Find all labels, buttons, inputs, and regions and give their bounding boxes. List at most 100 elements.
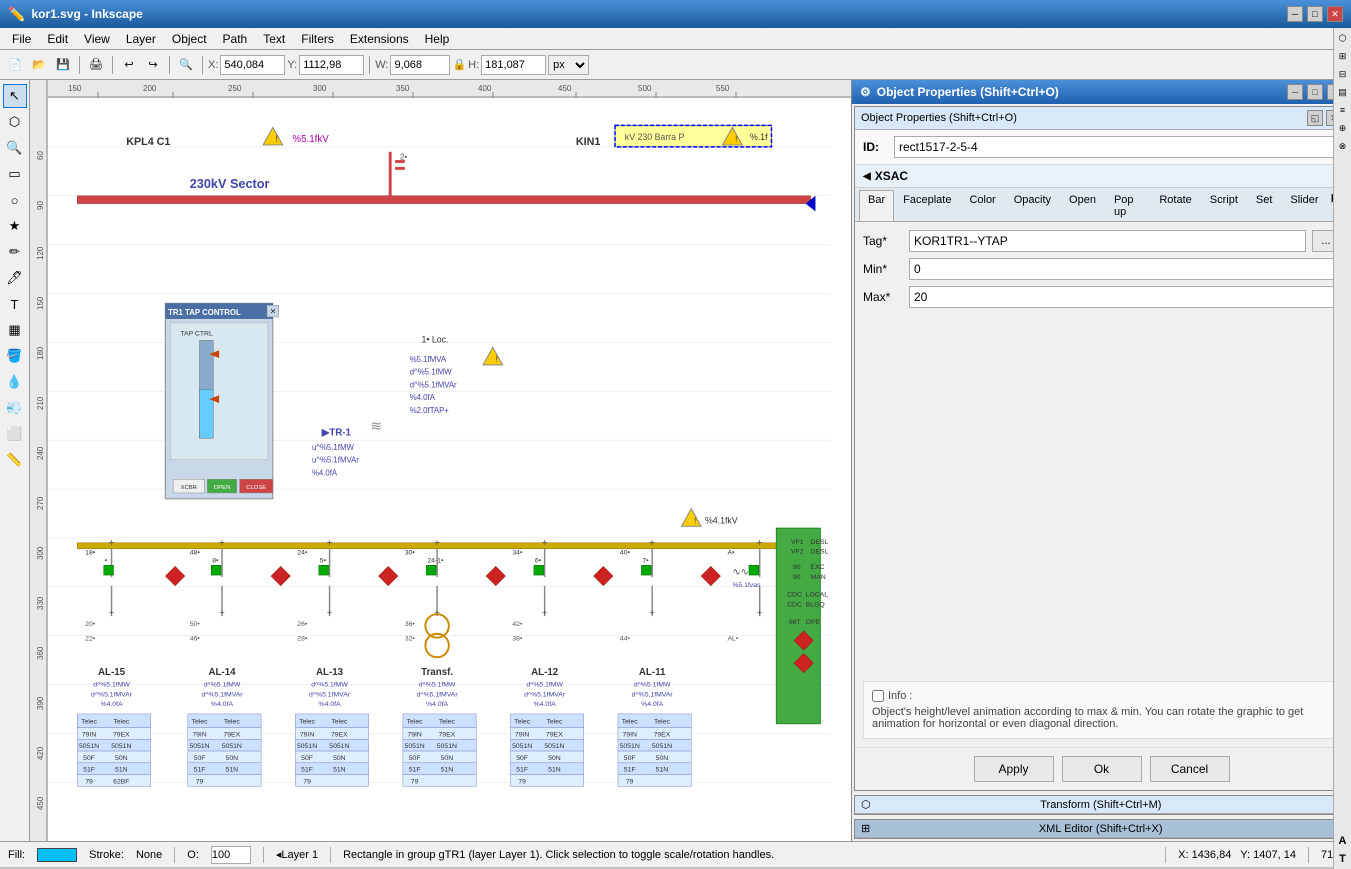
svg-text:50F: 50F [409, 755, 421, 762]
menu-view[interactable]: View [76, 30, 118, 48]
h-input[interactable] [481, 55, 546, 75]
svg-text:LOCAL: LOCAL [806, 592, 829, 599]
info-checkbox[interactable] [872, 690, 884, 702]
tab-faceplate[interactable]: Faceplate [894, 190, 960, 221]
menu-filters[interactable]: Filters [293, 30, 342, 48]
svg-text:90: 90 [36, 201, 45, 210]
unit-select[interactable]: px mm cm [548, 55, 589, 75]
tab-script[interactable]: Script [1201, 190, 1247, 221]
tab-bar[interactable]: Bar [859, 190, 894, 221]
transform-panel-title[interactable]: ⬡ Transform (Shift+Ctrl+M) ▲ [855, 796, 1348, 814]
rt-btn-5[interactable]: ≡ [1335, 102, 1351, 118]
svg-text:AL-13: AL-13 [316, 667, 344, 678]
tab-open[interactable]: Open [1060, 190, 1105, 221]
gradient-tool[interactable]: ▦ [3, 318, 27, 342]
menu-help[interactable]: Help [417, 30, 458, 48]
svg-text:79EX: 79EX [113, 731, 130, 738]
minimize-btn[interactable]: ─ [1287, 6, 1303, 22]
fill-tool[interactable]: 🪣 [3, 344, 27, 368]
circle-tool[interactable]: ○ [3, 188, 27, 212]
tab-rotate[interactable]: Rotate [1150, 190, 1200, 221]
svg-text:51N: 51N [115, 767, 128, 774]
ok-button[interactable]: Ok [1062, 756, 1142, 782]
svg-text:+: + [757, 608, 763, 619]
opacity-input[interactable] [211, 846, 251, 864]
tag-input[interactable] [909, 230, 1306, 252]
open-btn[interactable]: 📂 [28, 54, 50, 76]
text-tool[interactable]: T [3, 292, 27, 316]
pencil-tool[interactable]: ✏ [3, 240, 27, 264]
svg-text:44•: 44• [620, 636, 631, 643]
rt-btn-7[interactable]: ⊗ [1335, 138, 1351, 154]
svg-text:Telec: Telec [192, 719, 209, 726]
select-tool[interactable]: ↖ [3, 84, 27, 108]
menu-file[interactable]: File [4, 30, 39, 48]
rt-btn-6[interactable]: ⊕ [1335, 120, 1351, 136]
diagram-canvas[interactable]: KPL4 C1 ! %5.1fkV KIN1 kV 230 Barra P ! … [48, 98, 851, 841]
tab-set[interactable]: Set [1247, 190, 1282, 221]
xml-editor-panel-title[interactable]: ⊞ XML Editor (Shift+Ctrl+X) ▼ [855, 820, 1348, 838]
rt-btn-2[interactable]: ⊞ [1335, 48, 1351, 64]
star-tool[interactable]: ★ [3, 214, 27, 238]
menu-object[interactable]: Object [164, 30, 215, 48]
svg-text:Telec: Telec [113, 719, 130, 726]
maximize-btn[interactable]: □ [1307, 6, 1323, 22]
zoom-in-btn[interactable]: 🔍 [175, 54, 197, 76]
eyedrop-tool[interactable]: 💧 [3, 370, 27, 394]
svg-text:≋: ≋ [371, 418, 382, 433]
y-input[interactable] [299, 55, 364, 75]
tab-slider[interactable]: Slider [1281, 190, 1327, 221]
zoom-tool[interactable]: 🔍 [3, 136, 27, 160]
lock-icon[interactable]: 🔒 [452, 58, 466, 71]
save-btn[interactable]: 💾 [52, 54, 74, 76]
menu-layer[interactable]: Layer [118, 30, 164, 48]
svg-text:390: 390 [36, 696, 45, 710]
minimize-props-btn[interactable]: ─ [1287, 84, 1303, 100]
id-label: ID: [863, 140, 888, 154]
pen-tool[interactable]: 🖊 [3, 266, 27, 290]
rt-btn-3[interactable]: ⊟ [1335, 66, 1351, 82]
menu-path[interactable]: Path [215, 30, 256, 48]
inner-restore-btn[interactable]: ◱ [1307, 110, 1323, 126]
rt-btn-4[interactable]: ▤ [1335, 84, 1351, 100]
svg-text:51F: 51F [516, 767, 528, 774]
id-input[interactable] [894, 136, 1340, 158]
rt-btn-1[interactable]: ⬡ [1335, 30, 1351, 46]
menu-text[interactable]: Text [255, 30, 293, 48]
maximize-props-btn[interactable]: □ [1307, 84, 1323, 100]
w-input[interactable] [390, 55, 450, 75]
x-input[interactable] [220, 55, 285, 75]
eraser-tool[interactable]: ⬜ [3, 422, 27, 446]
tab-popup[interactable]: Pop up [1105, 190, 1150, 221]
measure-tool[interactable]: 📏 [3, 448, 27, 472]
min-input[interactable] [909, 258, 1340, 280]
menu-extensions[interactable]: Extensions [342, 30, 417, 48]
tab-color[interactable]: Color [960, 190, 1004, 221]
ruler-horizontal: 150 200 250 300 350 400 450 500 550 [48, 80, 851, 98]
new-btn[interactable]: 📄 [4, 54, 26, 76]
svg-text:!: ! [276, 134, 278, 144]
print-btn[interactable]: 🖨 [85, 54, 107, 76]
xsac-left-arrow[interactable]: ◀ [863, 171, 871, 182]
svg-text:180: 180 [36, 346, 45, 360]
svg-text:BLOQ: BLOQ [806, 601, 825, 608]
tab-opacity[interactable]: Opacity [1005, 190, 1060, 221]
close-btn[interactable]: ✕ [1327, 6, 1343, 22]
svg-text:TAP CTRL: TAP CTRL [180, 331, 213, 338]
redo-btn[interactable]: ↪ [142, 54, 164, 76]
svg-text:d^%5.1fMW: d^%5.1fMW [311, 682, 348, 689]
apply-button[interactable]: Apply [974, 756, 1054, 782]
max-input[interactable] [909, 286, 1340, 308]
rt-btn-A[interactable]: A [1335, 833, 1351, 849]
rect-tool[interactable]: ▭ [3, 162, 27, 186]
svg-text:6•: 6• [535, 557, 542, 564]
menu-edit[interactable]: Edit [39, 30, 76, 48]
cancel-button[interactable]: Cancel [1150, 756, 1230, 782]
spray-tool[interactable]: 💨 [3, 396, 27, 420]
node-tool[interactable]: ⬡ [3, 110, 27, 134]
undo-btn[interactable]: ↩ [118, 54, 140, 76]
svg-text:5051N: 5051N [544, 743, 564, 750]
canvas-area[interactable]: 150 200 250 300 350 400 450 500 550 60 9 [30, 80, 851, 841]
fill-color-swatch[interactable] [37, 848, 77, 862]
rt-btn-T[interactable]: T [1335, 851, 1351, 867]
